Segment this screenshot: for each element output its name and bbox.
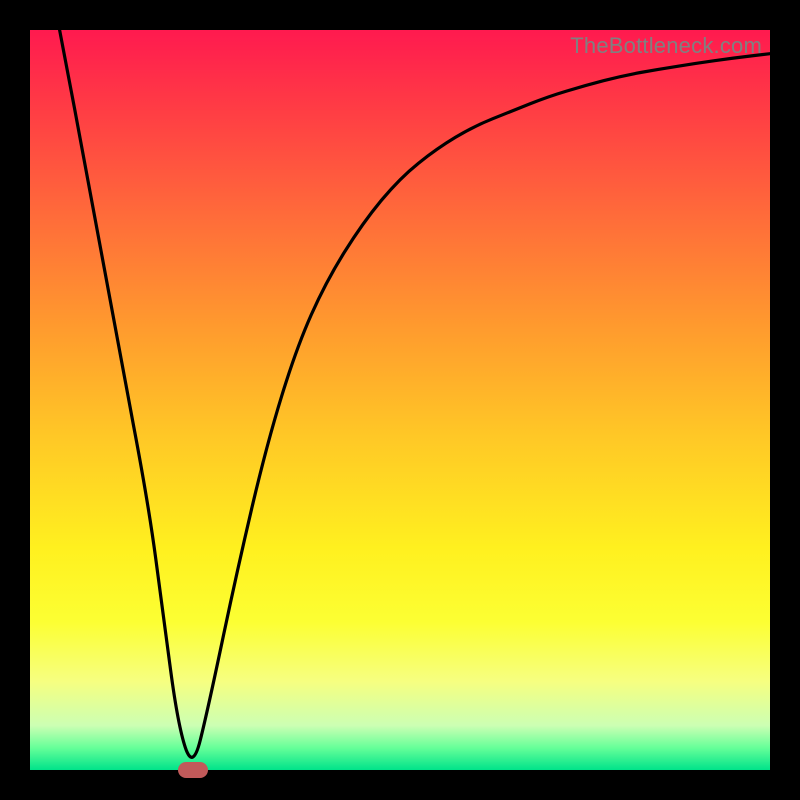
curve-path — [60, 30, 770, 757]
plot-area: TheBottleneck.com — [30, 30, 770, 770]
chart-frame: TheBottleneck.com — [0, 0, 800, 800]
minimum-marker — [178, 762, 208, 778]
bottleneck-curve — [30, 30, 770, 770]
